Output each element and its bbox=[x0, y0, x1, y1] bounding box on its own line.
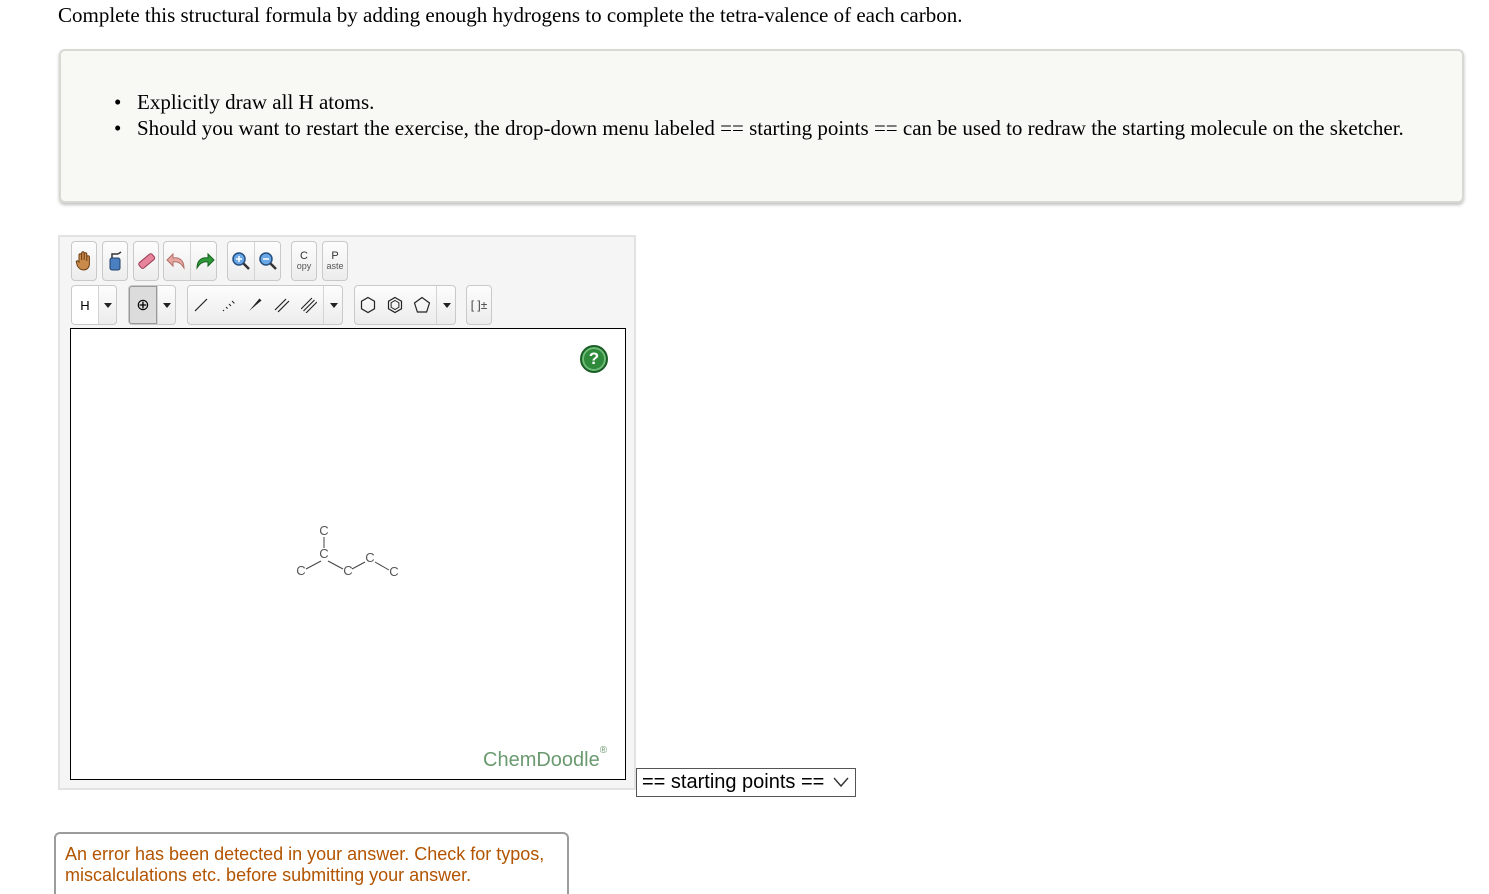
starting-points-select[interactable]: == starting points == bbox=[636, 768, 856, 797]
molecule-structure: C C C C C C bbox=[296, 524, 398, 579]
chevron-down-icon bbox=[442, 302, 451, 308]
lasso-icon bbox=[109, 251, 122, 271]
benzene-icon bbox=[387, 296, 403, 314]
chevron-down-icon bbox=[833, 777, 849, 788]
help-button[interactable]: ? bbox=[580, 345, 608, 373]
undo-arrow-icon bbox=[166, 252, 185, 270]
triple-bond-button[interactable] bbox=[296, 286, 322, 324]
note-item-draw-h: Explicitly draw all H atoms. bbox=[114, 89, 1407, 115]
note-item-restart: Should you want to restart the exercise,… bbox=[114, 115, 1407, 141]
carbon-atom[interactable]: C bbox=[343, 563, 352, 578]
undo-button[interactable] bbox=[164, 242, 190, 280]
eraser-button[interactable] bbox=[133, 241, 159, 281]
element-button[interactable]: H bbox=[72, 286, 98, 324]
copy-button[interactable]: C opy bbox=[291, 241, 317, 281]
double-bond-icon bbox=[274, 298, 290, 313]
charge-dropdown[interactable] bbox=[158, 286, 176, 324]
carbon-atom[interactable]: C bbox=[365, 550, 374, 565]
carbon-atom[interactable]: C bbox=[296, 563, 305, 578]
paste-button[interactable]: P aste bbox=[322, 241, 348, 281]
copy-label: C opy bbox=[296, 250, 312, 272]
carbon-atom[interactable]: C bbox=[319, 546, 328, 561]
single-bond-icon bbox=[194, 298, 208, 312]
dashed-bond-button[interactable] bbox=[215, 286, 241, 324]
zoom-group bbox=[227, 241, 281, 281]
chemdoodle-logo: ChemDoodle® bbox=[483, 745, 607, 772]
cyclopentane-button[interactable] bbox=[409, 286, 435, 324]
charge-selector: ⊕ bbox=[128, 285, 176, 325]
pentagon-icon bbox=[413, 296, 431, 313]
brand-name: ChemDoodle bbox=[483, 749, 600, 771]
hashed-bond-icon bbox=[222, 300, 235, 312]
error-message: An error has been detected in your answe… bbox=[54, 832, 569, 894]
starting-points-value: == starting points == bbox=[642, 771, 825, 793]
wedge-bond-icon bbox=[249, 298, 262, 311]
chemdoodle-sketcher: C opy P aste H ⊕ []± ? C C C C C C Chem… bbox=[58, 235, 636, 790]
element-dropdown[interactable] bbox=[99, 286, 117, 324]
notes-list: Explicitly draw all H atoms. Should you … bbox=[114, 89, 1407, 141]
bond-dropdown[interactable] bbox=[324, 286, 343, 324]
ring-dropdown[interactable] bbox=[437, 286, 456, 324]
carbon-atom[interactable]: C bbox=[389, 564, 398, 579]
eraser-icon bbox=[138, 253, 156, 269]
single-bond-button[interactable] bbox=[188, 286, 214, 324]
pan-button[interactable] bbox=[71, 241, 97, 281]
redo-arrow-icon bbox=[196, 252, 215, 270]
bond-selector bbox=[187, 285, 343, 325]
carbon-atom[interactable]: C bbox=[319, 524, 328, 538]
cyclohexane-button[interactable] bbox=[355, 286, 381, 324]
hexagon-icon bbox=[360, 296, 376, 314]
element-selector: H bbox=[71, 285, 117, 325]
charge-button[interactable]: ⊕ bbox=[129, 286, 157, 324]
zoom-out-icon bbox=[259, 252, 277, 270]
hand-icon bbox=[75, 251, 90, 271]
chevron-down-icon bbox=[329, 302, 338, 308]
wedge-bond-button[interactable] bbox=[242, 286, 268, 324]
charge-bracket-button[interactable]: [ ]± bbox=[466, 285, 492, 325]
double-bond-button[interactable] bbox=[269, 286, 295, 324]
chevron-down-icon bbox=[163, 302, 171, 308]
ring-selector bbox=[354, 285, 456, 325]
zoom-in-button[interactable] bbox=[228, 242, 254, 280]
redo-button[interactable] bbox=[191, 242, 217, 280]
drawing-canvas[interactable]: ? C C C C C C ChemDoodle® bbox=[70, 328, 626, 780]
registered-mark: ® bbox=[599, 745, 608, 756]
lasso-button[interactable] bbox=[102, 241, 128, 281]
undo-redo-group bbox=[163, 241, 217, 281]
zoom-in-icon bbox=[232, 252, 250, 270]
paste-label: P aste bbox=[326, 250, 344, 272]
triple-bond-icon bbox=[301, 297, 317, 313]
chevron-down-icon bbox=[104, 302, 112, 308]
benzene-button[interactable] bbox=[382, 286, 408, 324]
question-instruction: Complete this structural formula by addi… bbox=[58, 3, 963, 27]
zoom-out-button[interactable] bbox=[255, 242, 281, 280]
notes-panel: Explicitly draw all H atoms. Should you … bbox=[59, 49, 1464, 203]
